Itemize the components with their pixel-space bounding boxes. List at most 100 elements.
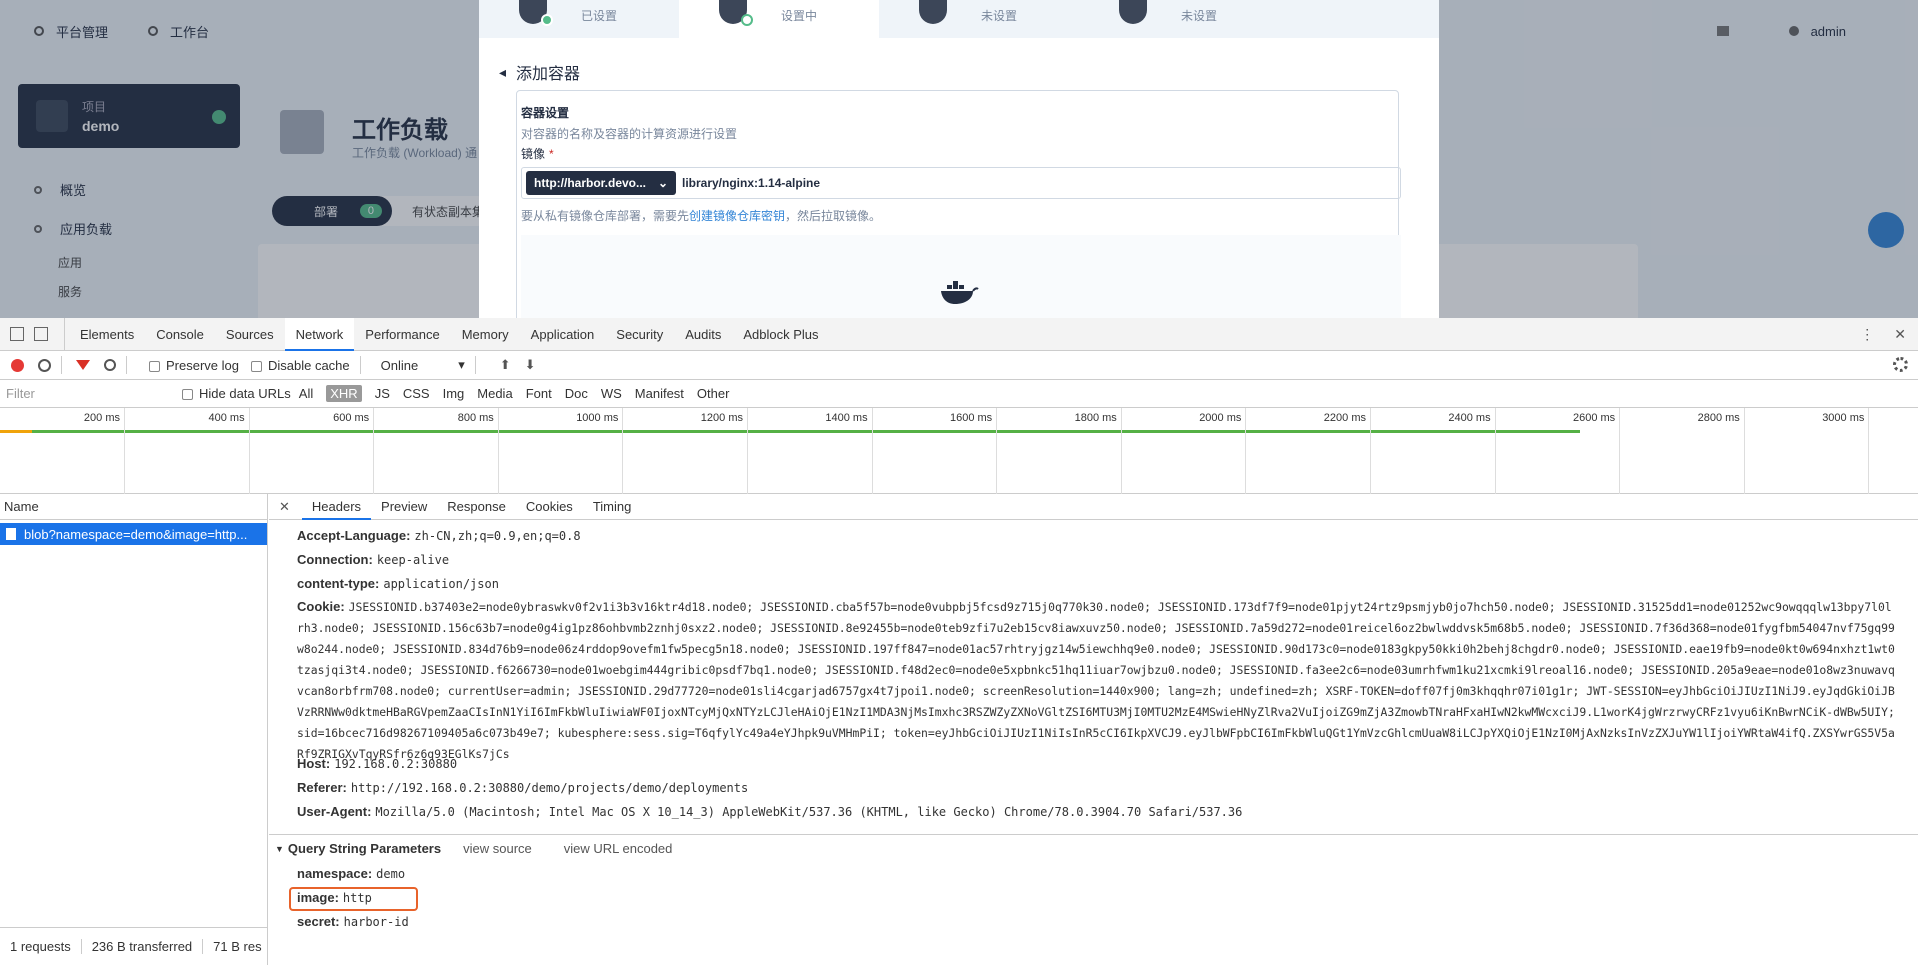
type-filter-css[interactable]: CSS [403, 386, 430, 401]
devtools-tab-network[interactable]: Network [284, 317, 355, 351]
detail-tab-timing[interactable]: Timing [583, 494, 642, 520]
tick-label: 200 ms [83, 412, 120, 424]
timeline-tick: 1800 ms [1075, 408, 1122, 494]
clear-icon[interactable] [38, 358, 51, 372]
tick-label: 800 ms [457, 412, 494, 424]
add-container-modal: 已设置 设置中 未设置 未设置 ◂ 添加容器 容器设置 对容器的名称及容器的计算… [479, 0, 1439, 318]
close-icon[interactable]: ✕ [1894, 326, 1906, 343]
modal-header: ◂ 添加容器 [499, 60, 580, 84]
section-desc: 对容器的名称及容器的计算资源进行设置 [521, 127, 738, 141]
devtools-tabbar: Elements Console Sources Network Performance… [0, 317, 1918, 351]
network-toolbar: Preserve log Disable cache Online ▾ ⬆ ⬇ [0, 351, 1918, 380]
preserve-log-checkbox[interactable]: Preserve log [149, 358, 239, 373]
step-advanced[interactable]: 未设置 [1079, 0, 1279, 38]
tick-label: 2000 ms [1199, 412, 1242, 424]
timeline-tick: 400 ms [209, 408, 250, 494]
filter-bar: Filter Hide data URLs All XHR JS CSS Img Medi… [0, 380, 1918, 408]
request-list: Name blob?namespace=demo&image=http... [0, 494, 268, 927]
detail-tab-response[interactable]: Response [437, 494, 516, 520]
type-filter-manifest[interactable]: Manifest [635, 386, 684, 401]
devtools-tab-audits[interactable]: Audits [674, 318, 732, 351]
type-filter-all[interactable]: All [299, 386, 313, 401]
tick-label: 2600 ms [1572, 412, 1616, 424]
type-filter-xhr[interactable]: XHR [326, 385, 362, 402]
close-detail-icon[interactable]: ✕ [279, 499, 290, 515]
network-timeline: 200 ms 400 ms 600 ms 800 ms 1000 ms 1200 ms 14… [0, 408, 1918, 494]
tick-label: 1000 ms [576, 412, 619, 424]
detail-tab-cookies[interactable]: Cookies [516, 494, 583, 520]
detail-tab-preview[interactable]: Preview [371, 494, 437, 520]
image-label: 镜像 * [521, 147, 554, 161]
tick-label: 600 ms [333, 412, 370, 424]
type-filter-js[interactable]: JS [375, 386, 390, 401]
devtools-tab-security[interactable]: Security [605, 318, 674, 351]
hide-data-urls-checkbox[interactable]: Hide data URLs [182, 386, 291, 401]
create-secret-link[interactable]: 创建镜像仓库密钥 [689, 209, 785, 223]
timeline-tick: 2600 ms [1573, 408, 1621, 494]
tick-label: 1800 ms [1074, 412, 1117, 424]
devtools-tab-console[interactable]: Console [145, 318, 215, 351]
param-namespace: namespace: demo [297, 866, 406, 881]
timeline-tick: 200 ms [84, 408, 125, 494]
tick-label: 3000 ms [1822, 412, 1865, 424]
back-icon[interactable]: ◂ [499, 64, 506, 81]
import-har-icon[interactable]: ⬆ [500, 357, 511, 373]
wizard-steps: 已设置 设置中 未设置 未设置 [479, 0, 1439, 38]
image-hint: 要从私有镜像仓库部署，需要先创建镜像仓库密钥，然后拉取镜像。 [521, 209, 882, 223]
devtools-tab-sources[interactable]: Sources [215, 318, 285, 351]
detail-tab-headers[interactable]: Headers [301, 494, 372, 520]
devtools-tabs: Elements Console Sources Network Performance… [64, 317, 830, 351]
request-details: ✕ Headers Preview Response Cookies Timing Ac… [269, 494, 1918, 927]
type-filter-img[interactable]: Img [443, 386, 465, 401]
devtools-tab-adblock-plus[interactable]: Adblock Plus [732, 318, 829, 351]
collapse-icon[interactable]: ▼ [275, 844, 284, 854]
disable-cache-checkbox[interactable]: Disable cache [250, 358, 350, 373]
step-container-image[interactable]: 设置中 [679, 0, 879, 38]
inspect-icon[interactable] [10, 327, 24, 341]
step-basic-info[interactable]: 已设置 [479, 0, 679, 38]
timeline-tick: 1600 ms [950, 408, 998, 494]
timeline-bar-start [0, 430, 32, 433]
more-icon[interactable]: ⋮ [1860, 326, 1874, 343]
export-har-icon[interactable]: ⬇ [525, 357, 536, 373]
timeline-tick: 600 ms [333, 408, 375, 494]
type-filter-media[interactable]: Media [477, 386, 512, 401]
status-bar: 1 requests 236 B transferred 71 B res [0, 927, 268, 965]
timeline-tick: 2400 ms [1448, 408, 1496, 494]
image-preview [521, 235, 1401, 318]
registry-select[interactable]: http://harbor.devo... ⌄ [526, 171, 676, 195]
chevron-down-icon: ⌄ [657, 176, 668, 190]
device-toolbar-icon[interactable] [34, 327, 48, 341]
type-filter-font[interactable]: Font [526, 386, 552, 401]
filter-icon[interactable] [76, 360, 90, 370]
section-title: 容器设置 [521, 106, 570, 120]
view-source-link[interactable]: view source [463, 841, 532, 856]
throttle-select[interactable]: Online ▾ [381, 357, 465, 373]
devtools-tab-application[interactable]: Application [520, 318, 606, 351]
type-filter-doc[interactable]: Doc [565, 386, 588, 401]
name-column-header[interactable]: Name [0, 494, 267, 520]
progress-icon [741, 14, 753, 26]
timeline-tick: 800 ms [458, 408, 499, 494]
tick-label: 2400 ms [1448, 412, 1491, 424]
search-icon[interactable] [104, 359, 116, 371]
timeline-tick: 1200 ms [701, 408, 748, 494]
request-row[interactable]: blob?namespace=demo&image=http... [0, 523, 267, 545]
devtools-tab-memory[interactable]: Memory [451, 318, 520, 351]
resource-type-filters: All XHR JS CSS Img Media Font Doc WS Manifest Othe… [299, 385, 730, 402]
timeline-tick: 2000 ms [1199, 408, 1247, 494]
app-background: 平台管理 工作台 admin 项目 demo 概览 应用负载 应用 服务 工作负… [0, 0, 1918, 318]
view-url-encoded-link[interactable]: view URL encoded [564, 841, 673, 856]
type-filter-other[interactable]: Other [697, 386, 730, 401]
type-filter-ws[interactable]: WS [601, 386, 622, 401]
devtools-tab-elements[interactable]: Elements [69, 318, 145, 351]
devtools-tab-performance[interactable]: Performance [354, 318, 450, 351]
settings-gear-icon[interactable] [1893, 357, 1908, 372]
sliders-icon [1119, 0, 1147, 24]
image-input[interactable]: library/nginx:1.14-alpine [682, 176, 820, 190]
record-icon[interactable] [11, 358, 24, 372]
step-volumes[interactable]: 未设置 [879, 0, 1079, 38]
header-user-agent: User-Agent: Mozilla/5.0 (Macintosh; Intel… [297, 804, 1243, 819]
filter-input[interactable]: Filter [2, 383, 182, 405]
highlight-box [289, 887, 418, 911]
